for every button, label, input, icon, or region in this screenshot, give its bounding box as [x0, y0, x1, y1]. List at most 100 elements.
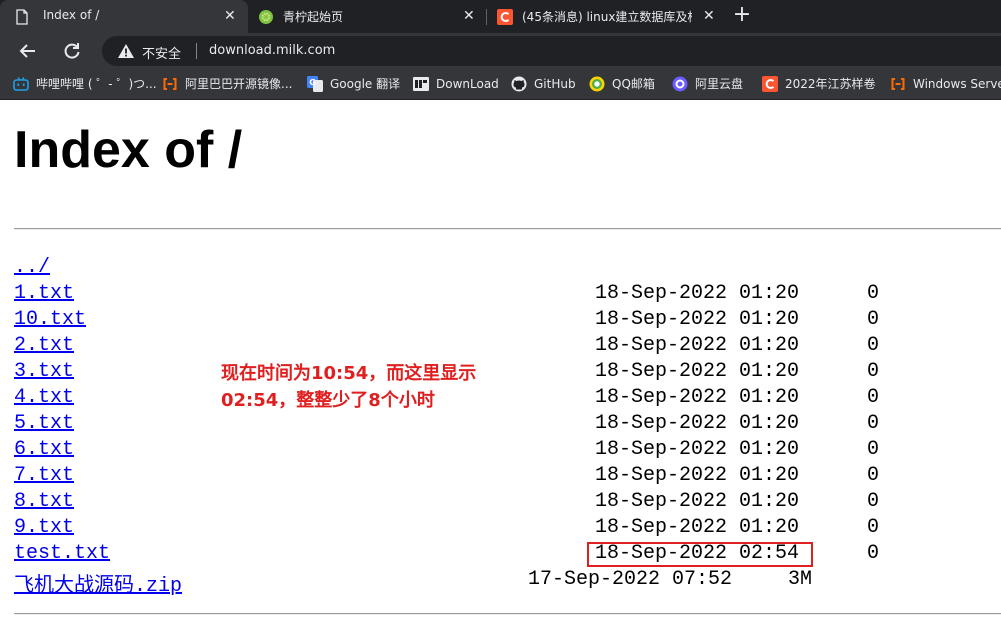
file-link[interactable]: test.txt: [14, 542, 110, 565]
file-row: 2.txt 18-Sep-2022 01:20 0: [0, 334, 1001, 360]
file-date: 17-Sep-2022 07:52: [528, 568, 733, 591]
download-icon: [413, 76, 429, 91]
svg-text:G: G: [309, 78, 316, 87]
file-size: 0: [867, 464, 880, 487]
file-date: 18-Sep-2022 01:20: [595, 516, 800, 539]
file-link[interactable]: 9.txt: [14, 516, 74, 539]
security-status[interactable]: 不安全: [142, 43, 181, 62]
url-text[interactable]: download.milk.com: [209, 43, 335, 58]
bookmark-label: 阿里云盘: [695, 77, 744, 91]
google-translate-icon: G: [307, 75, 323, 92]
annotation-line-1: 现在时间为10:54，而这里显示: [221, 363, 477, 384]
csdn-icon: [497, 9, 513, 25]
file-link[interactable]: 6.txt: [14, 438, 74, 461]
bookmark-jiangsu[interactable]: 2022年江苏样卷: [762, 75, 876, 93]
file-size: 0: [867, 412, 880, 435]
file-link[interactable]: 4.txt: [14, 386, 74, 409]
tab-index-of[interactable]: Index of / ✕: [0, 0, 248, 33]
bookmark-aliyun-drive[interactable]: 阿里云盘: [672, 75, 743, 93]
warning-icon: [118, 44, 134, 58]
file-size: 0: [867, 438, 880, 461]
csdn-icon: [762, 75, 778, 92]
parent-directory-link[interactable]: ../: [14, 256, 50, 279]
file-date: 18-Sep-2022 01:20: [595, 308, 800, 331]
address-bar[interactable]: 不安全 download.milk.com: [102, 36, 1001, 66]
aliyun-drive-icon: [672, 76, 688, 91]
file-size: 0: [867, 516, 880, 539]
file-row: 飞机大战源码.zip 17-Sep-2022 07:52 3M: [0, 568, 1001, 598]
annotation-line-2: 02:54，整整少了8个小时: [221, 390, 435, 411]
file-row: 1.txt 18-Sep-2022 01:20 0: [0, 282, 1001, 308]
file-row: 10.txt 18-Sep-2022 01:20 0: [0, 308, 1001, 334]
file-row: 7.txt 18-Sep-2022 01:20 0: [0, 464, 1001, 490]
file-date: 18-Sep-2022 01:20: [595, 438, 800, 461]
bookmark-label: 阿里巴巴开源镜像...: [185, 77, 293, 91]
back-button[interactable]: [16, 39, 40, 63]
bookmark-google-translate[interactable]: G Google 翻译: [307, 75, 400, 93]
page-title: Index of /: [14, 121, 243, 179]
bookmark-label: QQ邮箱: [612, 77, 655, 91]
reload-button[interactable]: [60, 39, 84, 63]
reload-icon: [64, 43, 80, 59]
file-date: 18-Sep-2022 01:20: [595, 334, 800, 357]
annotation-note: 现在时间为10:54，而这里显示 02:54，整整少了8个小时: [221, 360, 551, 414]
new-tab-button[interactable]: +: [732, 4, 752, 26]
file-row: 5.txt 18-Sep-2022 01:20 0: [0, 412, 1001, 438]
file-row: 9.txt 18-Sep-2022 01:20 0: [0, 516, 1001, 542]
file-size: 3M: [788, 568, 813, 591]
tab-qingning[interactable]: 青柠起始页 ✕: [248, 0, 488, 33]
aliyun-icon: [163, 77, 177, 90]
page-content: Index of / ../ 1.txt 18-Sep-2022 01:20 0…: [0, 100, 1001, 618]
bookmark-label: Windows Server: [913, 77, 1001, 91]
aliyun-icon: [891, 77, 905, 90]
file-size: 0: [867, 490, 880, 513]
bookmark-bilibili[interactable]: 哔哩哔哩 ( ゜- ゜)つ...: [13, 75, 157, 93]
file-size: 0: [867, 542, 880, 565]
qqmail-icon: [589, 76, 605, 91]
file-date: 18-Sep-2022 01:20: [595, 360, 800, 383]
file-row: 6.txt 18-Sep-2022 01:20 0: [0, 438, 1001, 464]
file-link[interactable]: 5.txt: [14, 412, 74, 435]
bookmark-windows-server[interactable]: Windows Server: [890, 75, 1001, 93]
tab-title: (45条消息) linux建立数据库及构: [522, 10, 692, 24]
bilibili-icon: [13, 76, 29, 91]
close-icon[interactable]: ✕: [224, 8, 236, 24]
tab-title: Index of /: [43, 8, 100, 22]
bookmark-qqmail[interactable]: QQ邮箱: [589, 75, 655, 93]
bottom-divider: [14, 613, 1001, 615]
file-date: 18-Sep-2022 01:20: [595, 386, 800, 409]
bookmark-download[interactable]: DownLoad: [413, 75, 499, 93]
file-link[interactable]: 3.txt: [14, 360, 74, 383]
tab-strip: Index of / ✕ 青柠起始页 ✕ (45条消息) linux建立数据库及…: [0, 0, 1001, 33]
file-date: 18-Sep-2022 01:20: [595, 412, 800, 435]
list-item: ../: [0, 256, 1001, 282]
bookmark-label: 哔哩哔哩 ( ゜- ゜)つ...: [36, 77, 157, 91]
file-size: 0: [867, 386, 880, 409]
close-icon[interactable]: ✕: [463, 8, 475, 24]
file-date: 18-Sep-2022 01:20: [595, 464, 800, 487]
address-divider: [196, 43, 197, 59]
file-link[interactable]: 1.txt: [14, 282, 74, 305]
highlight-box: [587, 542, 813, 567]
file-link[interactable]: 飞机大战源码.zip: [14, 568, 182, 598]
bookmark-label: GitHub: [534, 77, 576, 91]
file-row: 8.txt 18-Sep-2022 01:20 0: [0, 490, 1001, 516]
file-row: test.txt 18-Sep-2022 02:54 0: [0, 542, 1001, 568]
close-icon[interactable]: ✕: [703, 8, 715, 24]
file-size: 0: [867, 308, 880, 331]
tab-csdn[interactable]: (45条消息) linux建立数据库及构 ✕: [487, 0, 727, 33]
back-arrow-icon: [19, 44, 35, 58]
bookmark-github[interactable]: GitHub: [511, 75, 576, 93]
github-icon: [511, 76, 527, 91]
file-link[interactable]: 8.txt: [14, 490, 74, 513]
file-link[interactable]: 10.txt: [14, 308, 86, 331]
document-icon: [16, 9, 28, 25]
file-link[interactable]: 2.txt: [14, 334, 74, 357]
file-date: 18-Sep-2022 01:20: [595, 282, 800, 305]
bookmark-aliyun-mirror[interactable]: 阿里巴巴开源镜像...: [162, 75, 292, 93]
bookmarks-bar: 哔哩哔哩 ( ゜- ゜)つ... 阿里巴巴开源镜像... G Google 翻译…: [0, 69, 1001, 100]
file-link[interactable]: 7.txt: [14, 464, 74, 487]
file-size: 0: [867, 334, 880, 357]
file-size: 0: [867, 282, 880, 305]
top-divider: [14, 228, 1001, 230]
